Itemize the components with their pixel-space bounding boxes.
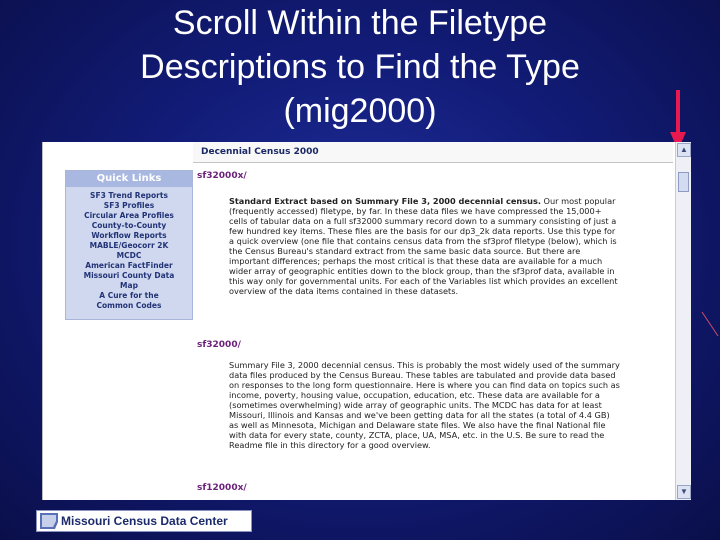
quick-link-common-codes[interactable]: Common Codes [66,301,192,311]
quick-link-workflow-reports[interactable]: Workflow Reports [66,231,192,241]
quick-links-title: Quick Links [66,171,192,187]
scrollbar[interactable]: ▲ ▼ [675,142,691,500]
footer-logo-text: Missouri Census Data Center [61,514,228,528]
quick-link-mable-geocorr[interactable]: MABLE/Geocorr 2K [66,241,192,251]
dir-link-sf32000[interactable]: sf32000/ [197,340,241,350]
missouri-census-logo-icon [40,513,58,529]
quick-links-panel: Quick Links SF3 Trend Reports SF3 Profil… [65,170,193,320]
scroll-thumb[interactable] [678,172,689,192]
entry-heading-sf32000x: Standard Extract based on Summary File 3… [229,196,541,206]
title-line-3: (mig2000) [283,92,437,130]
browser-screenshot: Decennial Census 2000 Quick Links SF3 Tr… [42,142,691,500]
quick-link-american-factfinder[interactable]: American FactFinder [66,261,192,271]
title-line-2: Descriptions to Find the Type [140,48,580,86]
quick-link-cure-for-the[interactable]: A Cure for the [66,291,192,301]
dir-link-sf32000x[interactable]: sf32000x/ [197,171,247,181]
entry-description-sf32000: Summary File 3, 2000 decennial census. T… [229,360,620,450]
down-arrow-icon [670,90,686,150]
quick-link-county-to-county[interactable]: County-to-County [66,221,192,231]
quick-link-mcdc[interactable]: MCDC [66,251,192,261]
dir-link-sf12000x[interactable]: sf12000x/ [197,483,247,493]
page-header-bar: Decennial Census 2000 [193,142,673,163]
quick-link-map[interactable]: Map [66,281,192,291]
page-header: Decennial Census 2000 [201,147,319,157]
slide-title: Scroll Within the Filetype Descriptions … [0,0,720,141]
quick-link-sf3-profiles[interactable]: SF3 Profiles [66,201,192,211]
scroll-down-button[interactable]: ▼ [677,485,691,499]
entry-text-sf32000x: Our most popular (frequently accessed) f… [229,196,618,296]
quick-link-missouri-county-data[interactable]: Missouri County Data [66,271,192,281]
title-line-1: Scroll Within the Filetype [172,4,548,42]
quick-link-circular-area-profiles[interactable]: Circular Area Profiles [66,211,192,221]
footer-logo: Missouri Census Data Center [36,510,252,532]
decorative-line [701,311,719,337]
scroll-up-button[interactable]: ▲ [677,143,691,157]
entry-description-sf32000x: Standard Extract based on Summary File 3… [229,196,621,334]
quick-link-sf3-trend-reports[interactable]: SF3 Trend Reports [66,191,192,201]
